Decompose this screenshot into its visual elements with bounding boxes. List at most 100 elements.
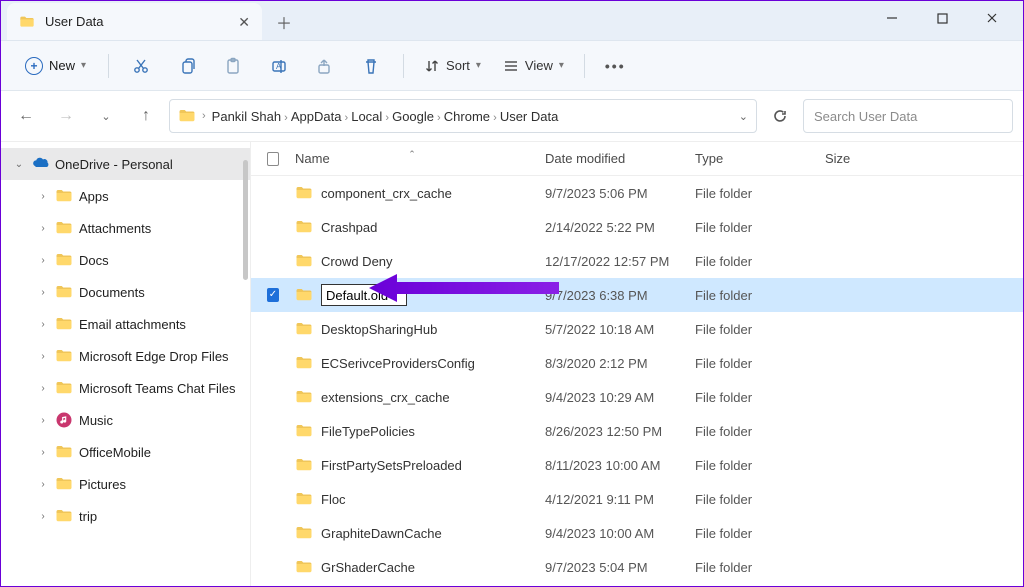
column-size[interactable]: Size [817,151,897,166]
chevron-down-icon: ▾ [559,60,564,71]
file-row[interactable]: 9/7/2023 6:38 PMFile folder [251,278,1023,312]
sidebar-item[interactable]: › trip [1,500,250,532]
chevron-right-icon: › [382,112,392,124]
folder-icon [55,315,73,333]
file-row[interactable]: FirstPartySetsPreloaded8/11/2023 10:00 A… [251,448,1023,482]
window-tab[interactable]: User Data ✕ [7,3,262,40]
copy-button[interactable] [167,49,207,83]
column-date[interactable]: Date modified [537,151,687,166]
file-row[interactable]: Crowd Deny12/17/2022 12:57 PMFile folder [251,244,1023,278]
chevron-down-icon: ⌄ [13,159,25,170]
file-row[interactable]: component_crx_cache9/7/2023 5:06 PMFile … [251,176,1023,210]
file-type: File folder [687,390,817,405]
file-name: Floc [321,492,346,507]
file-name: DesktopSharingHub [321,322,437,337]
folder-icon [295,558,313,576]
chevron-right-icon: › [490,112,500,124]
file-row[interactable]: Crashpad2/14/2022 5:22 PMFile folder [251,210,1023,244]
forward-button[interactable]: → [49,99,83,133]
folder-icon [295,524,313,542]
close-window-button[interactable] [977,5,1007,31]
file-type: File folder [687,560,817,575]
sort-button[interactable]: Sort ▾ [416,52,489,80]
paste-button[interactable] [213,49,253,83]
file-row[interactable]: ECSerivceProvidersConfig8/3/2020 2:12 PM… [251,346,1023,380]
chevron-right-icon: › [37,511,49,522]
file-type: File folder [687,424,817,439]
folder-icon [295,422,313,440]
chevron-right-icon: › [37,319,49,330]
tab-title: User Data [45,14,104,29]
breadcrumb-item[interactable]: Local [351,109,382,124]
sidebar-item[interactable]: ›OfficeMobile [1,436,250,468]
row-checkbox[interactable] [259,288,287,302]
titlebar: User Data ✕ ＋ [1,1,1023,41]
recent-dropdown[interactable]: ⌄ [89,99,123,133]
file-type: File folder [687,458,817,473]
file-name-cell: extensions_crx_cache [287,388,537,406]
toolbar: New ▾ A Sort ▾ View ▾ ••• [1,41,1023,91]
cut-button[interactable] [121,49,161,83]
new-button-label: New [49,58,75,73]
sidebar-scrollbar[interactable] [243,160,248,280]
breadcrumb-item[interactable]: Chrome [444,109,490,124]
rename-input[interactable] [321,284,407,306]
file-row[interactable]: GraphiteDawnCache9/4/2023 10:00 AMFile f… [251,516,1023,550]
search-input[interactable]: Search User Data [803,99,1013,133]
file-row[interactable]: FileTypePolicies8/26/2023 12:50 PMFile f… [251,414,1023,448]
more-button[interactable]: ••• [597,52,634,80]
breadcrumb-item[interactable]: AppData [291,109,342,124]
sort-icon [424,58,440,74]
file-row[interactable]: DesktopSharingHub5/7/2022 10:18 AMFile f… [251,312,1023,346]
view-icon [503,58,519,74]
rename-button[interactable]: A [259,49,299,83]
folder-icon [295,252,313,270]
breadcrumb-item[interactable]: User Data [500,109,559,124]
sidebar-item-label: trip [79,509,97,524]
folder-icon [55,475,73,493]
delete-button[interactable] [351,49,391,83]
new-tab-button[interactable]: ＋ [268,6,300,38]
sidebar-item[interactable]: ›Documents [1,276,250,308]
column-name[interactable]: Name⌃ [287,151,537,166]
share-button[interactable] [305,49,345,83]
file-pane: Name⌃ Date modified Type Size component_… [251,142,1023,586]
sidebar-item[interactable]: ›Apps [1,180,250,212]
file-name-cell: ECSerivceProvidersConfig [287,354,537,372]
up-button[interactable]: ↑ [129,99,163,133]
back-button[interactable]: ← [9,99,43,133]
chevron-right-icon: › [37,415,49,426]
column-type[interactable]: Type [687,151,817,166]
file-type: File folder [687,492,817,507]
file-list: component_crx_cache9/7/2023 5:06 PMFile … [251,176,1023,584]
file-row[interactable]: extensions_crx_cache9/4/2023 10:29 AMFil… [251,380,1023,414]
minimize-button[interactable] [877,5,907,31]
file-date: 9/4/2023 10:29 AM [537,390,687,405]
sidebar-item[interactable]: ›Microsoft Teams Chat Files [1,372,250,404]
sidebar-item-onedrive[interactable]: ⌄OneDrive - Personal [1,148,250,180]
sidebar-item[interactable]: ›Email attachments [1,308,250,340]
sidebar-item[interactable]: ›Music [1,404,250,436]
breadcrumb-item[interactable]: Google [392,109,434,124]
file-row[interactable]: Floc4/12/2021 9:11 PMFile folder [251,482,1023,516]
sidebar: ⌄OneDrive - Personal›Apps›Attachments›Do… [1,142,251,586]
view-button[interactable]: View ▾ [495,52,572,80]
address-row: ← → ⌄ ↑ › Pankil Shah › AppData › Local … [1,91,1023,141]
sidebar-item[interactable]: ›Attachments [1,212,250,244]
chevron-down-icon[interactable]: ⌄ [739,110,748,123]
file-name-cell: FirstPartySetsPreloaded [287,456,537,474]
sidebar-item[interactable]: ›Microsoft Edge Drop Files [1,340,250,372]
chevron-right-icon: › [202,110,206,122]
sidebar-item[interactable]: ›Pictures [1,468,250,500]
file-row[interactable]: GrShaderCache9/7/2023 5:04 PMFile folder [251,550,1023,584]
maximize-button[interactable] [927,5,957,31]
refresh-button[interactable] [763,99,797,133]
new-button[interactable]: New ▾ [15,51,96,81]
breadcrumb-item[interactable]: Pankil Shah [212,109,281,124]
sidebar-item[interactable]: ›Docs [1,244,250,276]
close-tab-button[interactable]: ✕ [238,15,250,29]
view-label: View [525,58,553,73]
breadcrumb[interactable]: › Pankil Shah › AppData › Local › Google… [169,99,757,133]
folder-icon [295,286,313,304]
select-all-checkbox[interactable] [259,152,287,166]
